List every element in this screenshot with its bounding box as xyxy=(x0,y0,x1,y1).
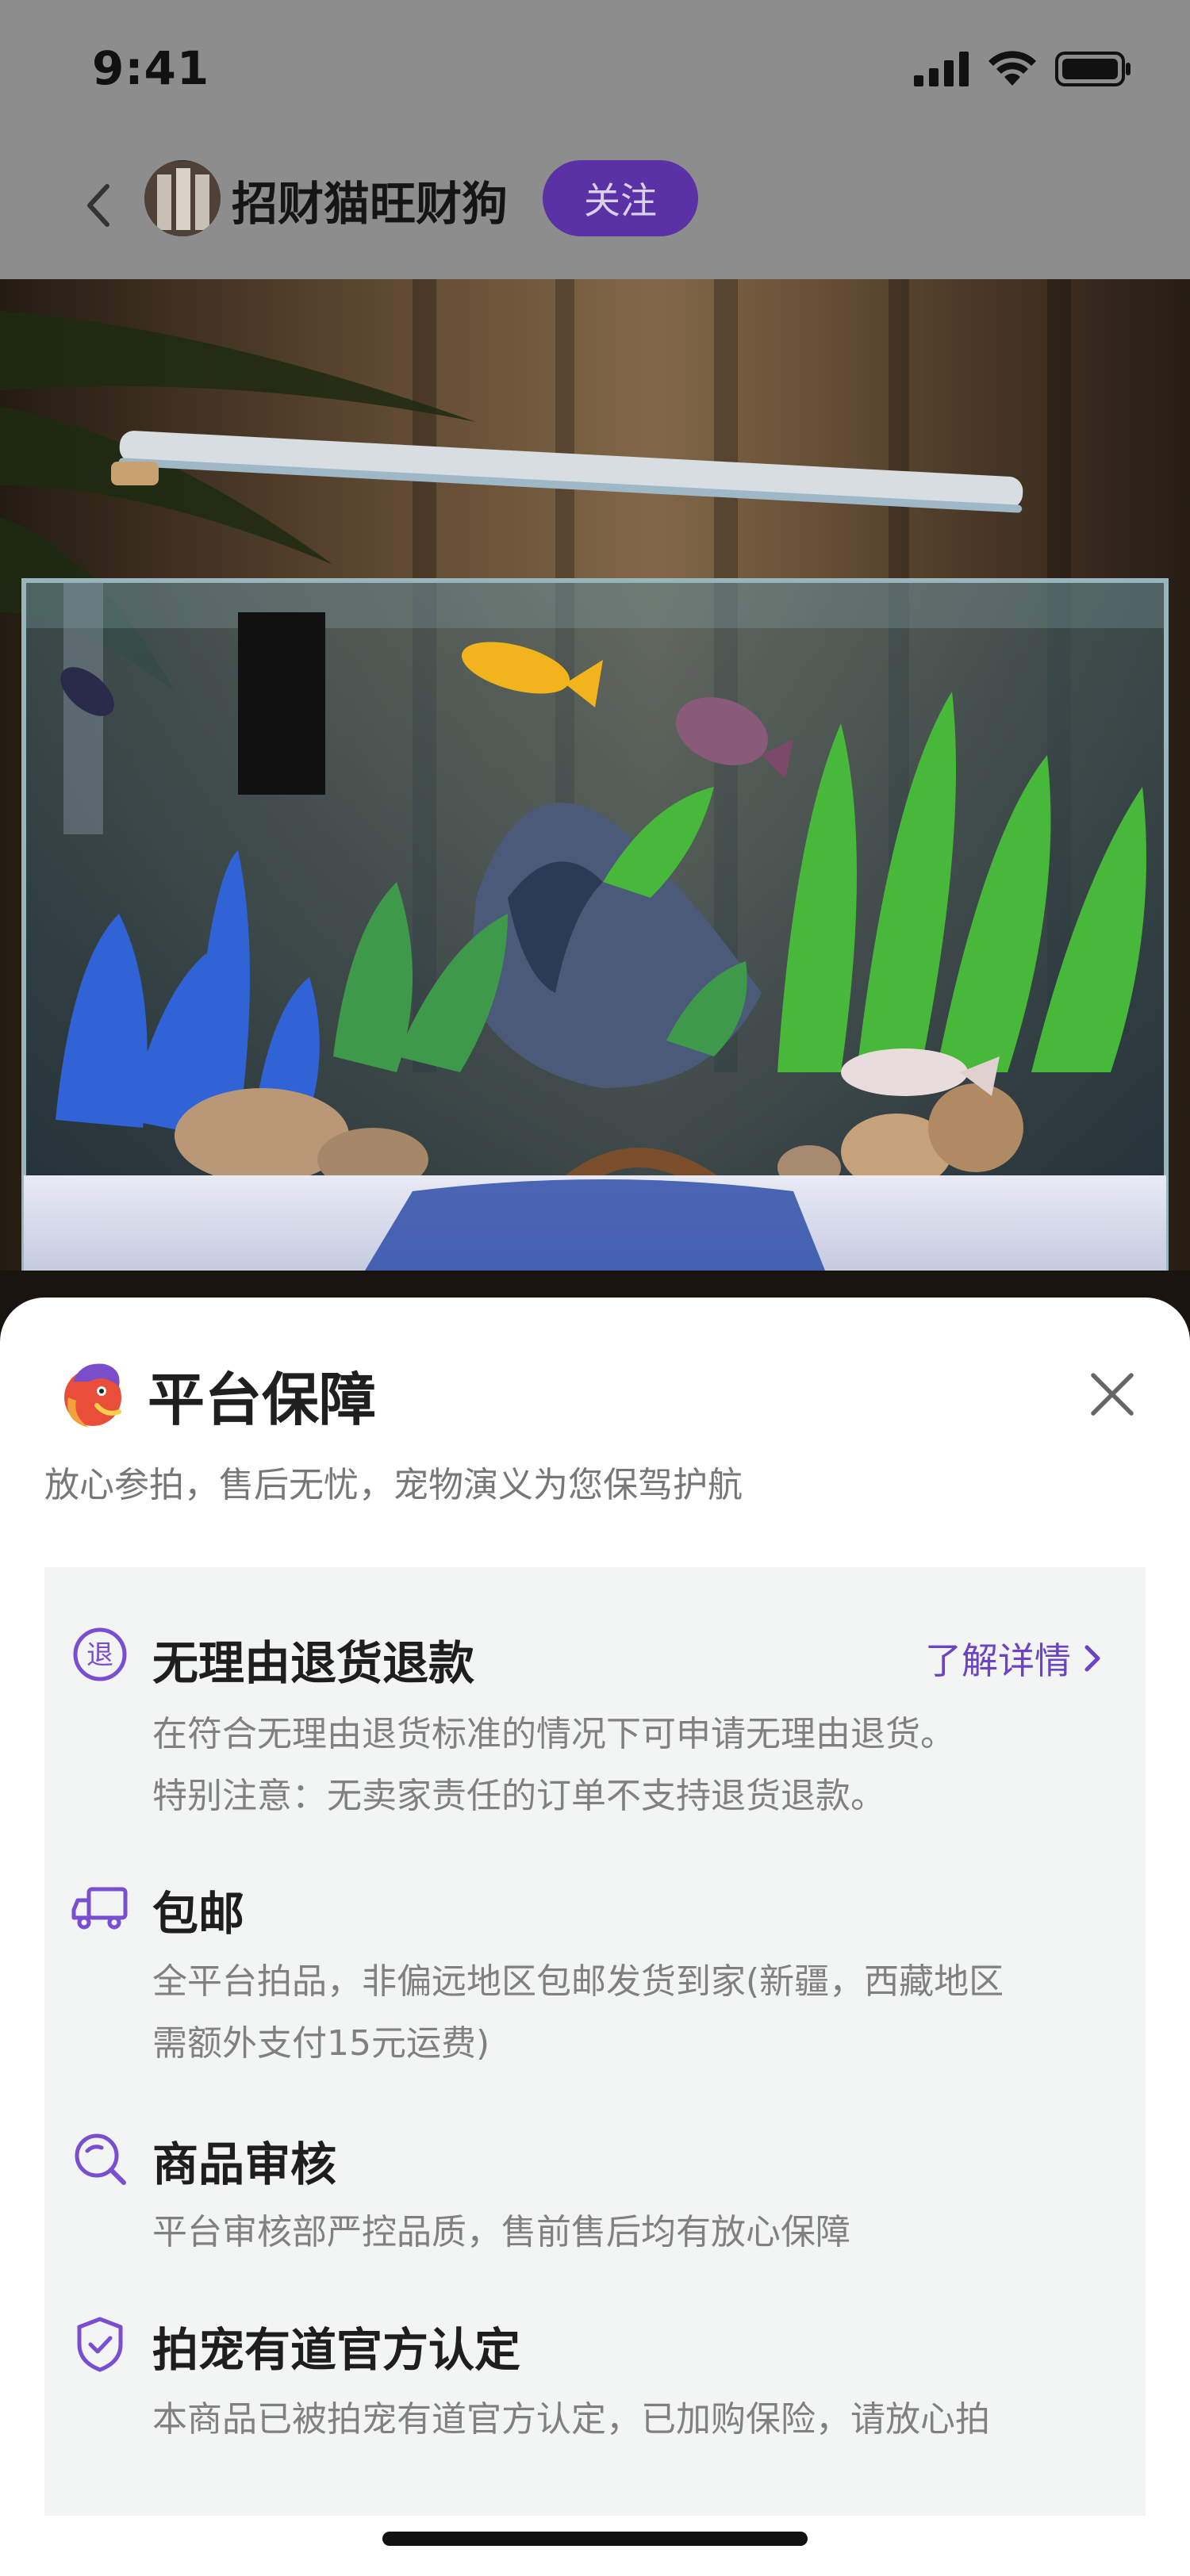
platform-logo xyxy=(49,1350,136,1437)
truck-icon xyxy=(68,1876,132,1940)
learn-more-link[interactable]: 了解详情 xyxy=(925,1632,1101,1685)
signal-icon xyxy=(914,52,969,86)
shop-avatar[interactable] xyxy=(144,160,221,236)
sheet-subtitle: 放心参拍，售后无忧，宠物演义为您保驾护航 xyxy=(44,1465,743,1505)
shield-check-icon xyxy=(68,2313,132,2376)
status-icons xyxy=(914,51,1131,87)
follow-button[interactable]: 关注 xyxy=(543,160,698,236)
chevron-left-icon xyxy=(87,184,109,227)
return-icon: 退 xyxy=(68,1623,132,1686)
shop-name[interactable]: 招财猫旺财狗 xyxy=(232,167,508,233)
back-button[interactable] xyxy=(62,170,133,241)
close-button[interactable] xyxy=(1081,1363,1144,1426)
item-title-review: 商品审核 xyxy=(152,2137,337,2191)
guarantee-sheet: 平台保障 放心参拍，售后无忧，宠物演义为您保驾护航 退 无理由退货退款 了解详情… xyxy=(0,1298,1190,2576)
avatar-image xyxy=(144,160,221,236)
item-desc-review: 平台审核部严控品质，售前售后均有放心保障 xyxy=(152,2202,1136,2264)
battery-icon xyxy=(1055,52,1130,86)
item-title-free-shipping: 包邮 xyxy=(152,1887,245,1941)
desc-line: 全平台拍品，非偏远地区包邮发货到家(新疆，西藏地区 xyxy=(152,1961,1004,2002)
search-icon xyxy=(68,2127,132,2191)
desc-line: 本商品已被拍宠有道官方认定，已加购保险，请放心拍 xyxy=(152,2399,990,2440)
svg-text:退: 退 xyxy=(86,1639,113,1671)
item-title-certified: 拍宠有道官方认定 xyxy=(152,2323,521,2377)
desc-line: 特别注意：无卖家责任的订单不支持退货退款。 xyxy=(152,1776,885,1816)
wifi-icon xyxy=(988,51,1036,86)
desc-line: 平台审核部严控品质，售前售后均有放心保障 xyxy=(152,2212,850,2252)
item-desc-return: 在符合无理由退货标准的情况下可申请无理由退货。 特别注意：无卖家责任的订单不支持… xyxy=(152,1704,1136,1827)
close-icon xyxy=(1091,1373,1134,1416)
item-desc-free-shipping: 全平台拍品，非偏远地区包邮发货到家(新疆，西藏地区 需额外支付15元运费) xyxy=(152,1951,1136,2075)
chevron-right-icon xyxy=(1084,1645,1100,1672)
item-desc-certified: 本商品已被拍宠有道官方认定，已加购保险，请放心拍 xyxy=(152,2389,1136,2451)
dragon-logo-icon xyxy=(64,1363,121,1428)
learn-more-label: 了解详情 xyxy=(925,1639,1071,1682)
home-indicator xyxy=(382,2532,808,2546)
status-bar: 9:41 xyxy=(0,0,1190,143)
desc-line: 在符合无理由退货标准的情况下可申请无理由退货。 xyxy=(152,1714,955,1754)
item-title-return: 无理由退货退款 xyxy=(152,1636,475,1690)
product-image xyxy=(0,279,1190,1342)
nav-bar: 招财猫旺财狗 关注 xyxy=(0,143,1190,279)
sheet-title: 平台保障 xyxy=(148,1367,377,1433)
desc-line: 需额外支付15元运费) xyxy=(152,2023,490,2064)
guarantee-panel: 退 无理由退货退款 了解详情 在符合无理由退货标准的情况下可申请无理由退货。 特… xyxy=(44,1567,1146,2516)
status-time: 9:41 xyxy=(92,41,210,95)
aquarium-illustration xyxy=(0,279,1190,1342)
